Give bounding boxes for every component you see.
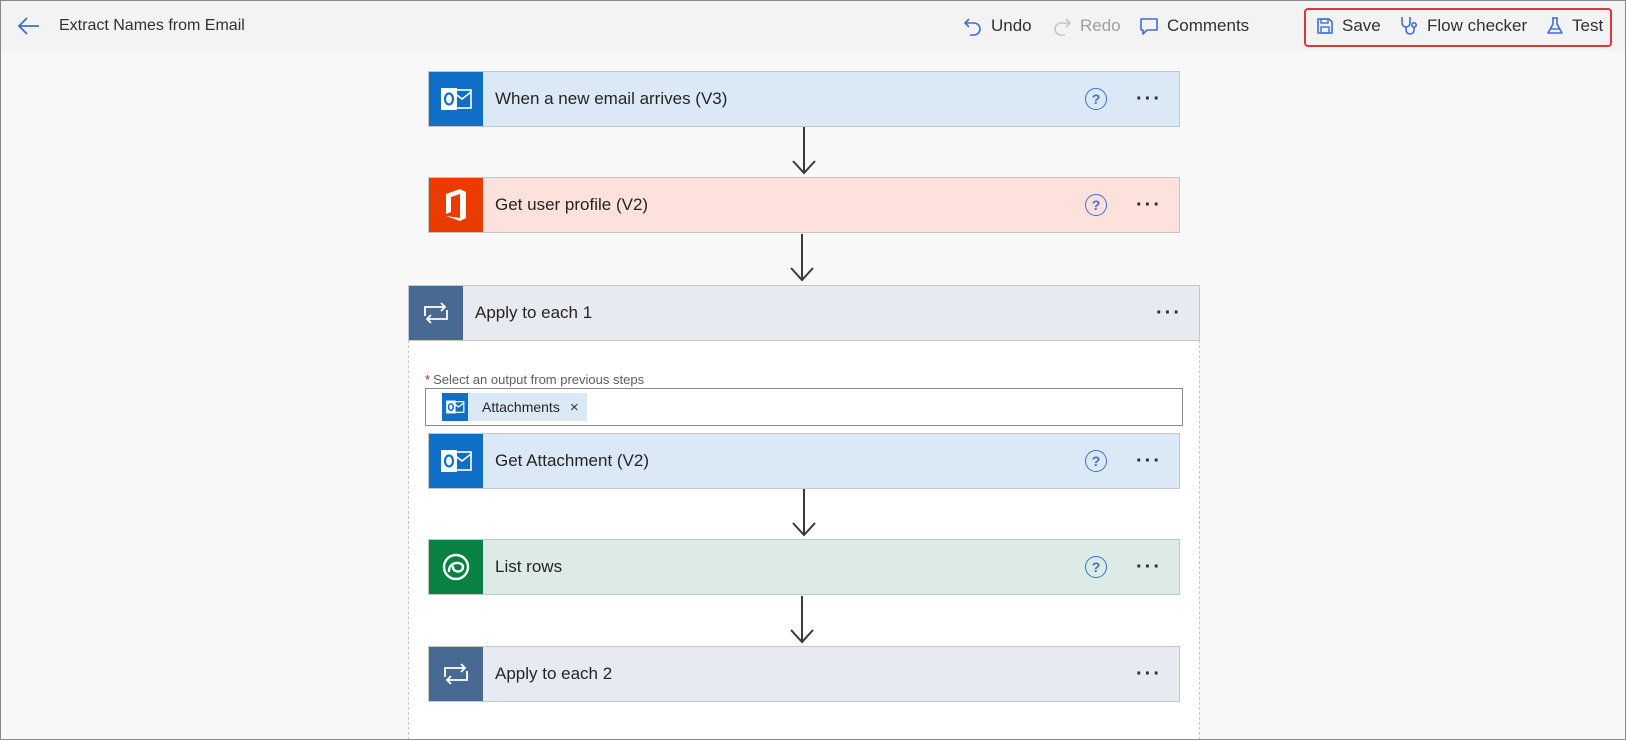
connector-arrow [790, 234, 814, 282]
comment-icon [1140, 18, 1158, 35]
list-rows-step-title: List rows [495, 557, 563, 576]
designer-canvas: When a new email arrives (V3) ? ··· Get … [1, 51, 1625, 739]
more-options-button[interactable]: ··· [1131, 72, 1167, 126]
undo-icon [963, 18, 981, 36]
command-bar: Extract Names from Email Undo Redo Comme… [1, 1, 1625, 51]
help-icon[interactable]: ? [1085, 450, 1107, 472]
more-options-button[interactable]: ··· [1131, 647, 1167, 701]
more-options-button[interactable]: ··· [1131, 434, 1167, 488]
token-label: Attachments [482, 399, 560, 415]
get-attachment-icon-block [429, 434, 483, 488]
required-marker: * [425, 372, 431, 387]
token-outlook-icon-block [442, 393, 468, 421]
connector-arrow [792, 127, 816, 175]
remove-token-button[interactable]: × [570, 399, 579, 416]
back-arrow-icon [17, 17, 39, 35]
trigger-step-card[interactable]: When a new email arrives (V3) ? ··· [428, 71, 1180, 127]
attachments-token[interactable]: Attachments × [442, 393, 587, 421]
comments-button[interactable]: Comments [1139, 13, 1249, 39]
loop-icon [444, 663, 468, 685]
redo-button[interactable]: Redo [1052, 13, 1121, 39]
apply-to-each-2-card[interactable]: Apply to each 2 ··· [428, 646, 1180, 702]
get-profile-step-card[interactable]: Get user profile (V2) ? ··· [428, 177, 1180, 233]
connector-arrow [792, 489, 816, 537]
apply-to-each-2-icon-block [429, 647, 483, 701]
comments-label: Comments [1167, 16, 1250, 35]
get-profile-step-title: Get user profile (V2) [495, 195, 649, 214]
undo-button[interactable]: Undo [963, 13, 1032, 39]
trigger-icon-block [429, 72, 483, 126]
help-icon[interactable]: ? [1085, 556, 1107, 578]
outlook-icon [441, 88, 472, 110]
undo-label: Undo [991, 16, 1032, 35]
redo-label: Redo [1080, 16, 1121, 35]
trigger-step-title: When a new email arrives (V3) [495, 89, 728, 108]
redo-icon [1054, 18, 1072, 36]
more-options-button[interactable]: ··· [1131, 178, 1167, 232]
outlook-icon [441, 450, 472, 472]
more-options-button[interactable]: ··· [1131, 540, 1167, 594]
help-icon[interactable]: ? [1085, 88, 1107, 110]
get-profile-icon-block [429, 178, 483, 232]
apply-to-each-2-title: Apply to each 2 [495, 664, 613, 683]
list-rows-icon-block [429, 540, 483, 594]
office-icon [446, 189, 466, 221]
connector-arrow [790, 596, 814, 644]
apply-to-each-1-title: Apply to each 1 [475, 303, 593, 322]
flow-title: Extract Names from Email [59, 17, 245, 34]
apply-to-each-1-icon-block [409, 286, 463, 340]
highlight-annotation [1304, 8, 1612, 47]
help-icon[interactable]: ? [1085, 194, 1107, 216]
dataverse-icon [442, 553, 470, 581]
apply-to-each-1-card[interactable]: Apply to each 1 ··· [408, 285, 1200, 341]
get-attachment-step-card[interactable]: Get Attachment (V2) ? ··· [428, 433, 1180, 489]
get-attachment-step-title: Get Attachment (V2) [495, 451, 650, 470]
app-window: Extract Names from Email Undo Redo Comme… [0, 0, 1626, 740]
output-field-label-text: Select an output from previous steps [433, 372, 645, 387]
list-rows-step-card[interactable]: List rows ? ··· [428, 539, 1180, 595]
more-options-button[interactable]: ··· [1151, 286, 1187, 340]
loop-icon [424, 302, 448, 324]
outlook-icon [446, 400, 465, 414]
output-field-input[interactable]: Attachments × [425, 388, 1183, 426]
output-field-label: * Select an output from previous steps [425, 372, 644, 387]
back-button[interactable] [15, 13, 43, 39]
